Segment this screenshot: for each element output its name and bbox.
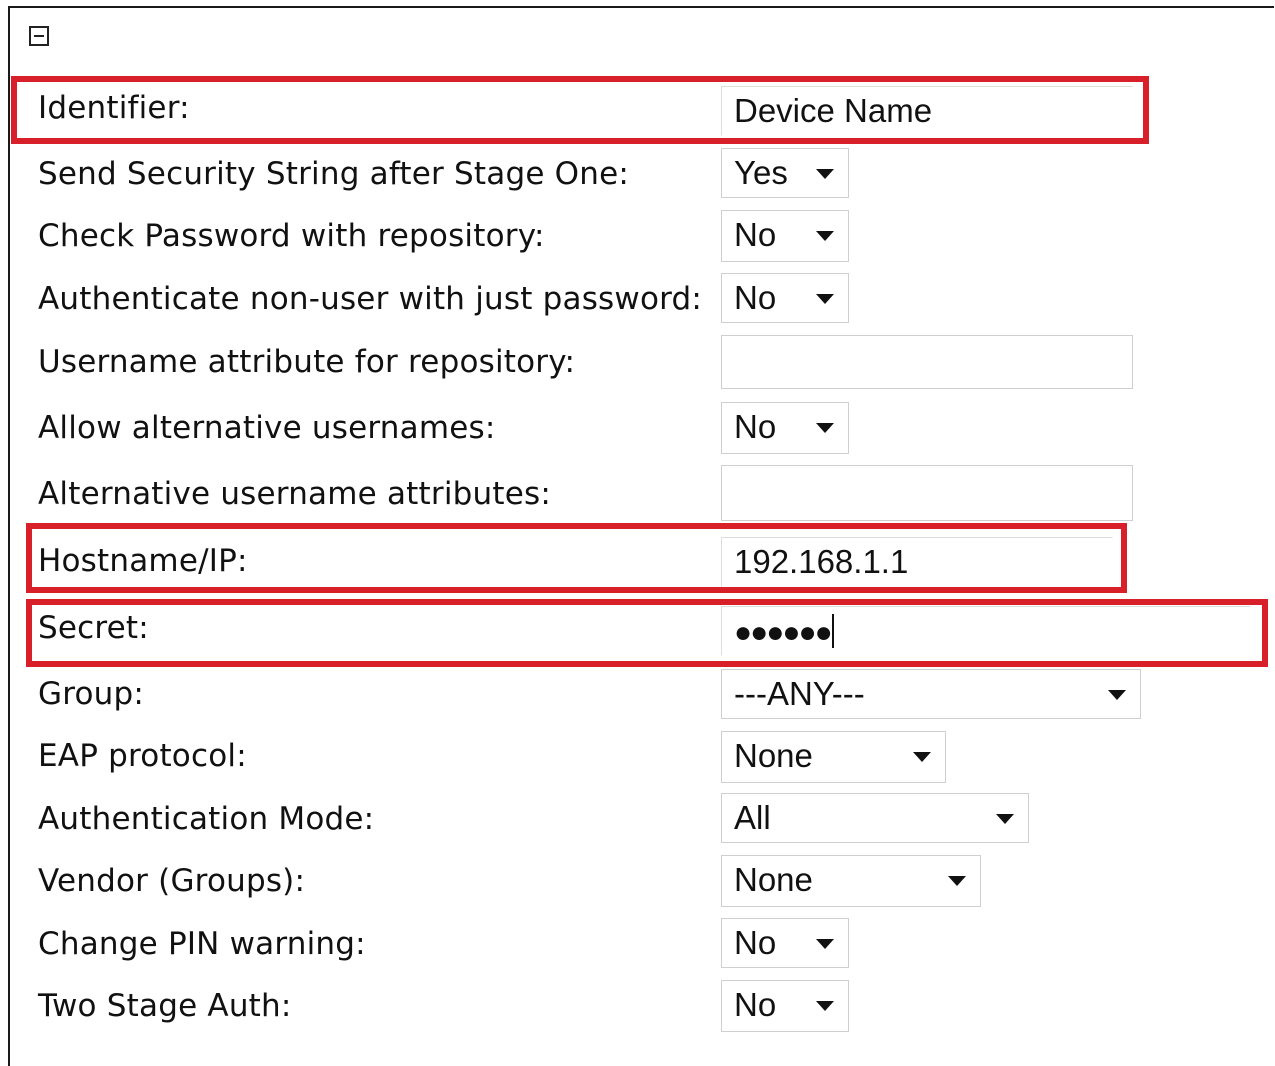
allow-alt-usernames-select[interactable]: No: [721, 402, 849, 454]
change-pin-warning-value: No: [734, 924, 777, 961]
group-label: Group:: [38, 676, 145, 712]
hostname-ip-value: 192.168.1.1: [734, 543, 909, 580]
vendor-groups-value: None: [734, 861, 813, 898]
eap-protocol-label: EAP protocol:: [38, 738, 247, 774]
alt-username-attributes-label: Alternative username attributes:: [38, 476, 551, 512]
identifier-field[interactable]: Device Name: [721, 86, 1133, 136]
username-attribute-input[interactable]: [721, 335, 1133, 389]
change-pin-warning-label: Change PIN warning:: [38, 926, 366, 962]
allow-alt-usernames-value: No: [734, 408, 777, 445]
chevron-down-icon: [996, 814, 1014, 824]
authentication-mode-select[interactable]: All: [721, 793, 1029, 843]
authentication-mode-value: All: [734, 799, 771, 836]
vendor-groups-select[interactable]: None: [721, 855, 981, 907]
secret-value: ●●●●●●: [734, 616, 833, 649]
text-cursor: [831, 614, 834, 649]
authenticate-non-user-select[interactable]: No: [721, 273, 849, 323]
check-password-value: No: [734, 216, 777, 253]
eap-protocol-value: None: [734, 737, 813, 774]
chevron-down-icon: [816, 231, 834, 241]
hostname-ip-input[interactable]: 192.168.1.1: [721, 537, 1113, 587]
check-password-select[interactable]: No: [721, 210, 849, 262]
secret-label: Secret:: [38, 610, 149, 646]
change-pin-warning-select[interactable]: No: [721, 918, 849, 968]
chevron-down-icon: [948, 876, 966, 886]
send-security-string-select[interactable]: Yes: [721, 148, 849, 198]
chevron-down-icon: [816, 1001, 834, 1011]
identifier-value: Device Name: [734, 92, 933, 129]
group-select[interactable]: ---ANY---: [721, 669, 1141, 719]
collapse-minus-icon[interactable]: [29, 26, 49, 46]
eap-protocol-select[interactable]: None: [721, 731, 946, 783]
chevron-down-icon: [913, 752, 931, 762]
alt-username-attributes-input[interactable]: [721, 465, 1133, 521]
chevron-down-icon: [816, 169, 834, 179]
chevron-down-icon: [816, 294, 834, 304]
username-attribute-label: Username attribute for repository:: [38, 344, 576, 380]
check-password-label: Check Password with repository:: [38, 218, 545, 254]
allow-alt-usernames-label: Allow alternative usernames:: [38, 410, 496, 446]
two-stage-auth-select[interactable]: No: [721, 980, 849, 1032]
two-stage-auth-value: No: [734, 986, 777, 1023]
authentication-mode-label: Authentication Mode:: [38, 801, 375, 837]
vendor-groups-label: Vendor (Groups):: [38, 863, 306, 899]
two-stage-auth-label: Two Stage Auth:: [38, 988, 292, 1024]
chevron-down-icon: [1108, 690, 1126, 700]
hostname-ip-label: Hostname/IP:: [38, 543, 248, 579]
chevron-down-icon: [816, 423, 834, 433]
send-security-string-value: Yes: [734, 154, 788, 191]
authenticate-non-user-label: Authenticate non-user with just password…: [38, 281, 703, 317]
secret-input[interactable]: ●●●●●●: [721, 606, 1251, 656]
authenticate-non-user-value: No: [734, 279, 777, 316]
identifier-label: Identifier:: [38, 90, 190, 126]
send-security-string-label: Send Security String after Stage One:: [38, 156, 630, 192]
chevron-down-icon: [816, 939, 834, 949]
group-value: ---ANY---: [734, 675, 865, 712]
